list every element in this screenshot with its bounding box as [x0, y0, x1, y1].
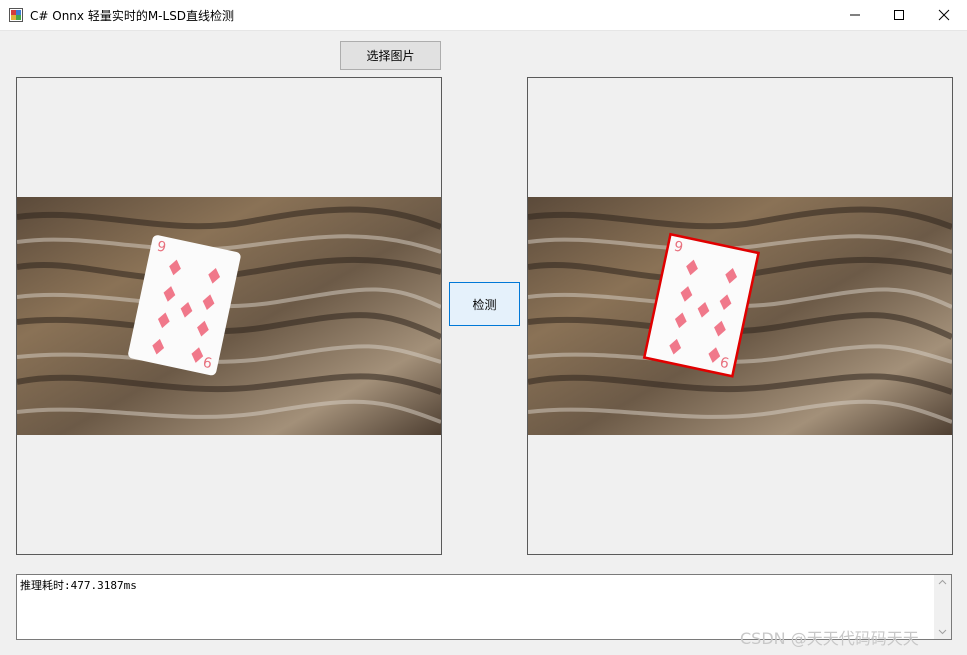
watermark: CSDN @天天代码码天天 [740, 629, 919, 648]
result-image-box: 9 9 [527, 77, 953, 555]
title-bar: C# Onnx 轻量实时的M-LSD直线检测 [0, 0, 967, 31]
maximize-button[interactable] [876, 0, 922, 30]
minimize-button[interactable] [832, 0, 878, 30]
minimize-icon [850, 14, 860, 16]
detect-button[interactable]: 检测 [449, 282, 520, 326]
window-title: C# Onnx 轻量实时的M-LSD直线检测 [30, 9, 235, 23]
vertical-scrollbar[interactable] [934, 575, 951, 639]
inference-time-text: 推理耗时:477.3187ms [20, 579, 137, 592]
maximize-icon [894, 10, 904, 20]
select-image-label: 选择图片 [366, 49, 415, 63]
close-icon [938, 9, 950, 21]
scroll-down-icon[interactable] [938, 629, 947, 635]
result-image: 9 9 [528, 197, 952, 435]
input-image: 9 9 [17, 197, 441, 435]
select-image-button[interactable]: 选择图片 [340, 41, 441, 70]
detect-label: 检测 [472, 297, 497, 312]
close-button[interactable] [921, 0, 967, 30]
scroll-up-icon[interactable] [938, 579, 947, 585]
input-image-box: 9 9 [16, 77, 442, 555]
app-icon [9, 8, 23, 22]
